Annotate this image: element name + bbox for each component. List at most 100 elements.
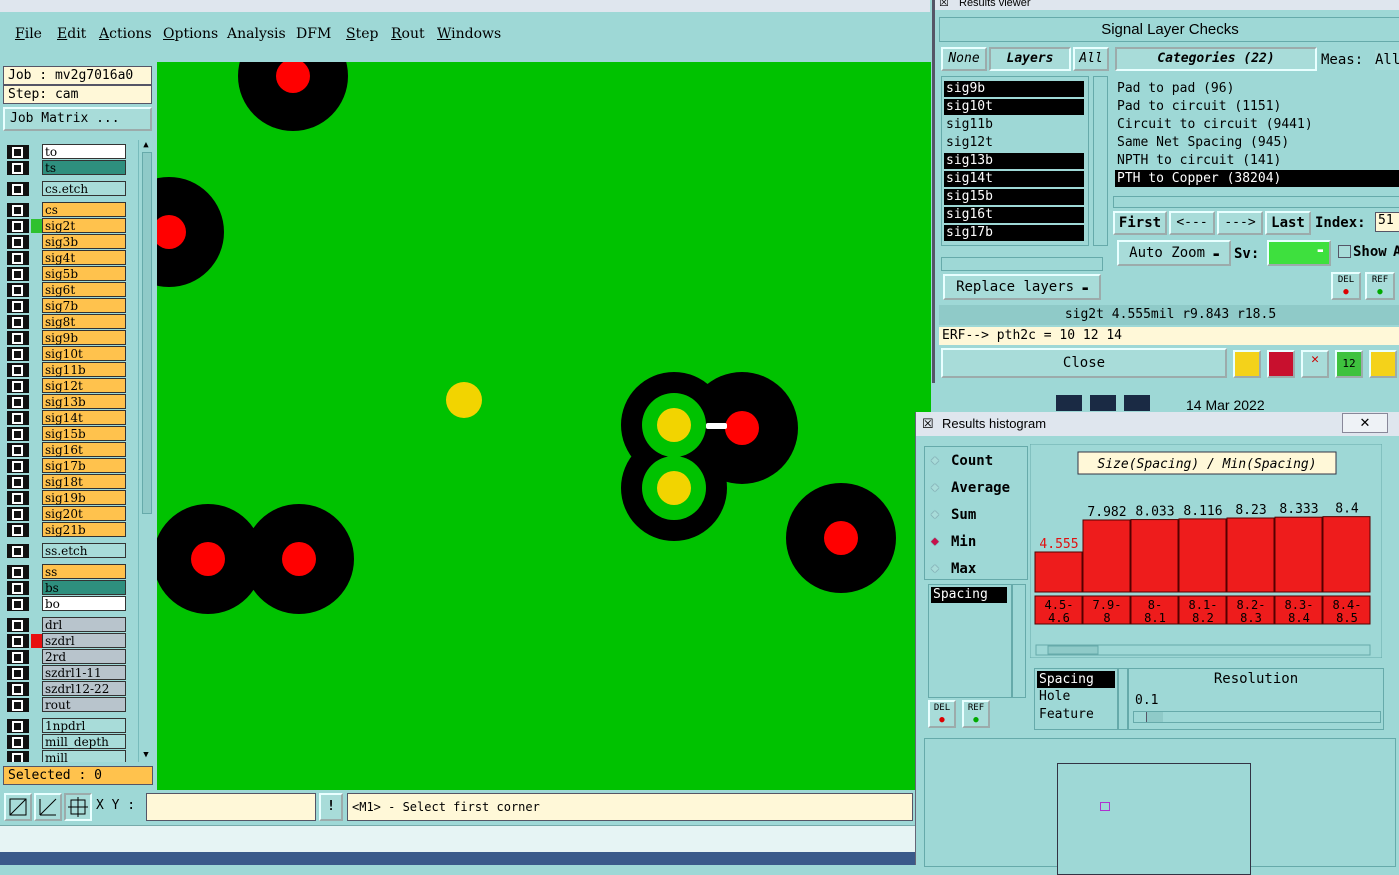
layer-name[interactable]: sig10t [42,346,126,361]
resolution-slider-thumb[interactable] [1146,712,1163,722]
layer-row[interactable]: sig2t [4,218,138,234]
rv-category-item[interactable]: NPTH to circuit (141) [1115,152,1399,169]
menu-edit[interactable]: Edit [57,26,86,42]
histogram-bar[interactable] [1322,516,1371,593]
layer-checkbox[interactable] [7,161,29,175]
option-feature[interactable]: Feature [1037,707,1094,722]
layer-checkbox[interactable] [7,363,29,377]
option-spacing[interactable]: Spacing [1037,671,1115,688]
histogram-list-item[interactable]: Spacing [931,587,1007,603]
results-tool-icon-1[interactable] [1233,350,1261,378]
layer-row[interactable]: sig20t [4,506,138,522]
layer-name[interactable]: sig21b [42,522,126,537]
layer-row[interactable]: sig18t [4,474,138,490]
layer-checkbox[interactable] [7,491,29,505]
option-hole[interactable]: Hole [1037,689,1070,704]
layer-row[interactable]: cs [4,202,138,218]
scroll-down-icon[interactable]: ▼ [141,750,151,760]
results-notes-icon[interactable] [1369,350,1397,378]
rv-layer-item[interactable]: sig14t [944,171,1084,187]
layer-checkbox[interactable] [7,347,29,361]
rv-ref-button[interactable]: REF ● [1365,272,1395,300]
menu-dfm[interactable]: DFM [296,26,331,42]
layer-row[interactable]: 1npdrl [4,718,138,734]
layer-checkbox[interactable] [7,427,29,441]
layer-row[interactable]: sig4t [4,250,138,266]
all-button[interactable]: All [1073,47,1109,71]
rv-category-item[interactable]: Pad to circuit (1151) [1115,98,1399,115]
layer-list-scrollbar[interactable]: ▲ ▼ [138,140,153,762]
layer-name[interactable]: bs [42,580,126,595]
layer-row[interactable]: 2rd [4,649,138,665]
layer-name[interactable]: mill [42,750,126,762]
index-input[interactable]: 51 [1375,212,1399,232]
rv-layer-item[interactable]: sig13b [944,153,1084,169]
layer-checkbox[interactable] [7,315,29,329]
layer-row[interactable]: sig9b [4,330,138,346]
layer-row[interactable]: szdrl [4,633,138,649]
layer-row[interactable]: szdrl1-11 [4,665,138,681]
layer-row[interactable]: sig14t [4,410,138,426]
layer-row[interactable]: drl [4,617,138,633]
menu-actions[interactable]: Actions [99,26,152,42]
rv-layer-item[interactable]: sig12t [944,135,1084,151]
histogram-bar[interactable] [1082,519,1131,593]
layer-name[interactable]: ss [42,564,126,579]
histogram-bar[interactable] [1226,517,1275,593]
histogram-bar[interactable] [1034,551,1083,593]
layer-checkbox[interactable] [7,331,29,345]
layer-checkbox[interactable] [7,283,29,297]
layer-checkbox[interactable] [7,751,29,762]
layer-name[interactable]: cs [42,202,126,217]
layer-checkbox[interactable] [7,650,29,664]
layer-name[interactable]: sig8t [42,314,126,329]
layer-name[interactable]: sig3b [42,234,126,249]
layer-row[interactable]: sig3b [4,234,138,250]
layer-name[interactable]: sig9b [42,330,126,345]
layer-checkbox[interactable] [7,475,29,489]
layer-checkbox[interactable] [7,666,29,680]
layer-checkbox[interactable] [7,597,29,611]
layer-checkbox[interactable] [7,235,29,249]
scroll-up-icon[interactable]: ▲ [141,140,151,150]
layer-name[interactable]: ss.etch [42,543,126,558]
layer-row[interactable]: bo [4,596,138,612]
layer-name[interactable]: sig14t [42,410,126,425]
layer-row[interactable]: sig13b [4,394,138,410]
layer-checkbox[interactable] [7,203,29,217]
prev-button[interactable]: <--- [1169,211,1215,235]
layer-row[interactable]: sig8t [4,314,138,330]
rv-category-hscroll[interactable] [1113,196,1399,208]
layer-row[interactable]: szdrl12-22 [4,681,138,697]
layer-checkbox[interactable] [7,182,29,196]
scroll-thumb[interactable] [142,152,152,514]
layer-checkbox[interactable] [7,459,29,473]
layer-checkbox[interactable] [7,565,29,579]
layer-row[interactable]: rout [4,697,138,713]
rv-category-item[interactable]: PTH to Copper (38204) [1115,170,1399,187]
layer-row[interactable]: sig19b [4,490,138,506]
options-scrollbar[interactable] [1118,668,1128,730]
histogram-bar[interactable] [1274,516,1323,593]
histogram-bar[interactable] [1178,518,1227,593]
layer-name[interactable]: sig6t [42,282,126,297]
results-tool-icon-2[interactable] [1267,350,1295,378]
layer-checkbox[interactable] [7,682,29,696]
rv-layer-item[interactable]: sig10t [944,99,1084,115]
layer-name[interactable]: szdrl1-11 [42,665,126,680]
layer-name[interactable]: cs.etch [42,181,126,196]
first-button[interactable]: First [1113,211,1167,235]
mode-radio-min[interactable]: ◆ Min [931,534,1027,554]
layer-row[interactable]: ss.etch [4,543,138,559]
rv-layer-item[interactable]: sig17b [944,225,1084,241]
layer-name[interactable]: sig7b [42,298,126,313]
layer-name[interactable]: sig12t [42,378,126,393]
hist-del-button[interactable]: DEL ● [928,700,956,728]
layer-row[interactable]: sig11b [4,362,138,378]
rv-layer-item[interactable]: sig16t [944,207,1084,223]
layer-name[interactable]: 1npdrl [42,718,126,733]
layer-name[interactable]: sig15b [42,426,126,441]
rv-layer-hscroll[interactable] [941,257,1103,271]
layer-checkbox[interactable] [7,443,29,457]
draw-line-icon[interactable] [4,793,32,821]
